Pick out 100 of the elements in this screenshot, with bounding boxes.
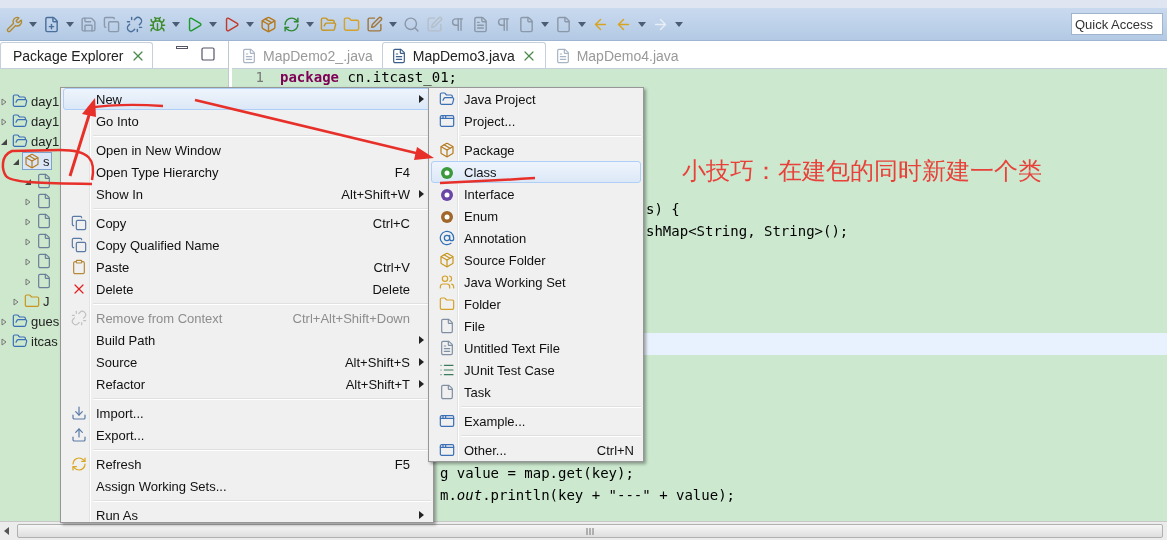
menu-item[interactable]: Other... Ctrl+N [431,439,641,461]
menu-item[interactable]: Package [431,139,641,161]
package-folder-icon [439,252,455,268]
save-icon[interactable] [80,15,97,33]
tree-item[interactable]: day1 [10,92,62,110]
collapsed-arrow-icon[interactable] [24,238,32,246]
expanded-arrow-icon[interactable] [24,178,32,186]
collapsed-arrow-icon[interactable] [0,318,8,326]
refresh-icon[interactable] [283,15,300,33]
caret-icon[interactable] [246,21,254,27]
caret-icon[interactable] [578,21,586,27]
submenu-arrow-icon [419,511,424,519]
submenu-arrow-icon [419,190,424,198]
tree-item[interactable]: s [22,152,52,170]
menu-item[interactable]: Project... [431,110,641,132]
menu-item[interactable]: Java Working Set [431,271,641,293]
caret-icon[interactable] [675,21,683,27]
caret-icon[interactable] [172,21,180,27]
page-icon[interactable] [472,15,489,33]
tree-item[interactable]: J [22,292,52,310]
new-file-icon[interactable] [43,15,60,33]
file-icon [36,273,52,289]
menu-item[interactable]: Annotation [431,227,641,249]
text-file-icon [439,340,455,356]
project-folder-icon [12,313,28,329]
collapsed-arrow-icon[interactable] [24,198,32,206]
menu-item[interactable]: JUnit Test Case [431,359,641,381]
collapsed-arrow-icon[interactable] [12,298,20,306]
menu-item[interactable]: Enum [431,205,641,227]
save-all-icon[interactable] [103,15,120,33]
package-icon[interactable] [260,15,277,33]
submenu-arrow-icon [419,95,424,103]
menu-item[interactable]: Untitled Text File [431,337,641,359]
line-number: 1 [254,69,265,87]
page-icon [439,384,455,400]
search-icon[interactable] [403,15,420,33]
circle-icon [439,186,455,202]
menu-item[interactable]: Folder [431,293,641,315]
file-icon [439,318,455,334]
submenu-arrow-icon [419,336,424,344]
caret-icon[interactable] [389,21,397,27]
folder-icon[interactable] [343,15,360,33]
menu-item[interactable]: New [63,88,431,110]
minimize-icon[interactable] [176,46,188,49]
tree-item[interactable]: gues [10,312,62,330]
tree-item[interactable]: day1 [10,132,62,150]
file-icon [36,233,52,249]
menu-item[interactable]: Class [431,161,641,183]
java-file-icon [390,47,407,64]
caret-icon[interactable] [66,21,74,27]
window-icon [439,113,455,129]
code-line: package cn.itcast_01; [280,69,458,85]
menu-item[interactable]: Source Folder [431,249,641,271]
unlink-icon[interactable] [126,15,143,33]
editor-tab[interactable]: MapDemo3.java [381,42,546,68]
horizontal-scrollbar[interactable] [0,521,1167,540]
caret-icon[interactable] [306,21,314,27]
package-icon [439,142,455,158]
caret-icon[interactable] [209,21,217,27]
collapsed-arrow-icon[interactable] [0,98,8,106]
collapsed-arrow-icon[interactable] [24,278,32,286]
window-icon [439,413,455,429]
circle-icon [439,208,455,224]
open-folder-icon[interactable] [320,15,337,33]
wrench-icon[interactable] [6,15,23,33]
caret-icon[interactable] [638,21,646,27]
scroll-left-icon[interactable] [4,527,9,535]
quick-access-field[interactable]: Quick Access [1071,13,1163,35]
submenu-arrow-icon [419,380,424,388]
collapsed-arrow-icon[interactable] [0,118,8,126]
view-tab[interactable]: Package Explorer [0,42,153,68]
project-folder-icon [12,133,28,149]
list-file-icon [439,362,455,378]
folder-plus-icon [439,91,455,107]
expanded-arrow-icon[interactable] [12,158,20,166]
java-file-icon [241,47,257,64]
pilcrow-icon[interactable] [449,15,466,33]
collapsed-arrow-icon[interactable] [24,218,32,226]
collapsed-arrow-icon[interactable] [0,338,8,346]
pencil-icon[interactable] [366,15,383,33]
expanded-arrow-icon[interactable] [0,138,8,146]
scroll-thumb[interactable] [17,524,1163,538]
run-tool-icon[interactable] [223,15,240,33]
menu-item[interactable]: File [431,315,641,337]
run-icon[interactable] [186,15,203,33]
circle-icon [439,164,455,180]
menu-item[interactable]: Example... [431,410,641,432]
menu-item[interactable]: Java Project [431,88,641,110]
menu-item[interactable]: Task [431,381,641,403]
paragraph-icon[interactable] [495,15,512,33]
menu-item[interactable]: Interface [431,183,641,205]
caret-icon[interactable] [29,21,37,27]
bug-icon[interactable] [149,15,166,33]
collapsed-arrow-icon[interactable] [24,258,32,266]
code-line: shMap<String, String>(); [646,223,849,239]
tree-item[interactable]: day1 [10,112,62,130]
document-icon[interactable] [555,15,572,33]
copy-icon [71,237,87,253]
caret-icon[interactable] [541,21,549,27]
tree-item[interactable]: itcas [10,332,60,350]
